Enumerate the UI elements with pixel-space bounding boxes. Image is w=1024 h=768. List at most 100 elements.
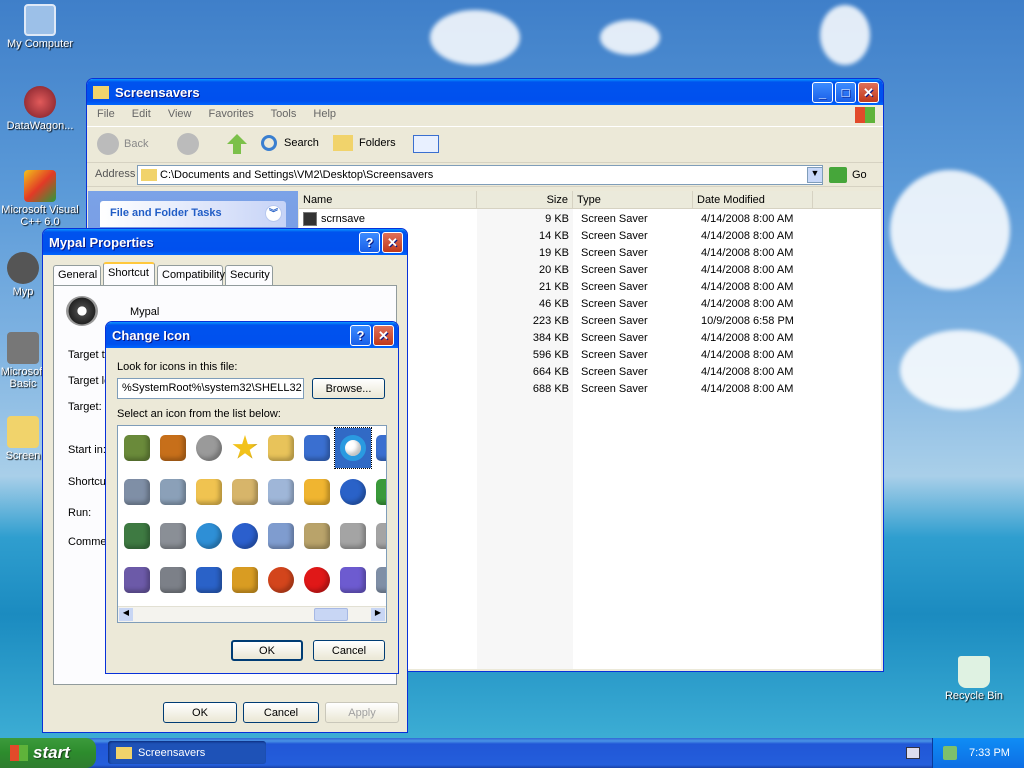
help-icon[interactable] — [227, 516, 263, 556]
desktop-icon-visual-cpp[interactable]: Microsoft Visual C++ 6.0 — [0, 170, 80, 228]
network-printer-icon[interactable] — [119, 472, 155, 512]
tab-compatibility[interactable]: Compatibility — [157, 265, 225, 285]
printer-check-icon[interactable] — [335, 516, 371, 556]
window-title: Screensavers — [115, 84, 200, 100]
tab-shortcut[interactable]: Shortcut — [103, 262, 155, 285]
folders-button[interactable]: Folders — [333, 135, 396, 151]
taskbar-item-screensavers[interactable]: Screensavers — [108, 741, 266, 764]
chevron-down-icon[interactable]: ▼ — [807, 167, 823, 183]
scroll-right-icon[interactable]: ▶ — [371, 608, 385, 621]
start-button[interactable]: start — [0, 738, 96, 768]
partial-icon-3[interactable] — [371, 560, 386, 600]
new-folder-icon[interactable] — [191, 472, 227, 512]
up-folder-icon[interactable] — [227, 134, 247, 154]
go-button[interactable]: Go — [829, 167, 867, 183]
column-size[interactable]: Size — [477, 191, 573, 209]
horizontal-scrollbar[interactable]: ◀ ▶ — [118, 606, 386, 622]
internet-explorer-icon[interactable] — [334, 427, 372, 469]
camera-icon[interactable] — [155, 516, 191, 556]
table-row[interactable]: scrnsave 9 KB Screen Saver 4/14/2008 8:00 A… — [299, 211, 879, 228]
pda-icon[interactable] — [155, 428, 191, 468]
menu-file[interactable]: File — [97, 108, 115, 120]
info-icon[interactable] — [335, 472, 371, 512]
shortcut-name: Mypal — [130, 306, 160, 318]
title-bar[interactable]: Mypal Properties ? ✕ — [43, 229, 407, 255]
icon-shape — [196, 523, 222, 549]
title-bar[interactable]: Change Icon ? ✕ — [106, 322, 398, 348]
apply-button[interactable]: Apply — [325, 702, 399, 723]
start-label: start — [33, 743, 70, 762]
menu-help[interactable]: Help — [313, 108, 336, 120]
desktop-icon-datawagon[interactable]: DataWagon... — [0, 86, 80, 132]
help-button[interactable]: ? — [359, 232, 380, 253]
desktop-icon-vb[interactable]: Microsoft Basic — [0, 332, 46, 390]
scanner-icon[interactable] — [155, 472, 191, 512]
minimize-button[interactable]: _ — [812, 82, 833, 103]
camcorder-icon[interactable] — [155, 560, 191, 600]
partial-icon-2[interactable] — [371, 516, 386, 556]
file-date: 4/14/2008 8:00 AM — [701, 366, 794, 378]
icon-list[interactable]: ◀ ▶ — [117, 425, 387, 623]
cancel-button[interactable]: Cancel — [313, 640, 385, 661]
mobile-phone-icon[interactable] — [119, 428, 155, 468]
browse-button[interactable]: Browse... — [312, 378, 385, 399]
icon-file-path: %SystemRoot%\system32\SHELL32 — [122, 382, 302, 394]
drive-icon[interactable] — [119, 516, 155, 556]
menu-view[interactable]: View — [168, 108, 192, 120]
icon-file-input[interactable]: %SystemRoot%\system32\SHELL32 — [117, 378, 304, 399]
scroll-left-icon[interactable]: ◀ — [119, 608, 133, 621]
title-bar[interactable]: Screensavers _ □ ✕ — [87, 79, 883, 105]
close-button[interactable]: ✕ — [858, 82, 879, 103]
power-icon[interactable] — [263, 560, 299, 600]
column-type[interactable]: Type — [573, 191, 693, 209]
address-input[interactable]: C:\Documents and Settings\VM2\Desktop\Sc… — [137, 165, 823, 185]
keyboard-icon[interactable] — [906, 747, 920, 759]
back-button[interactable]: Back — [97, 133, 148, 155]
column-date-modified[interactable]: Date Modified — [693, 191, 813, 209]
partial-icon[interactable] — [371, 428, 386, 468]
views-icon[interactable] — [413, 135, 439, 153]
column-name[interactable]: Name — [299, 191, 477, 209]
stack-icon[interactable] — [299, 472, 335, 512]
calendar-folder-icon[interactable] — [263, 428, 299, 468]
ok-button[interactable]: OK — [163, 702, 237, 723]
icon-shape — [232, 567, 258, 593]
dvd-rw-icon[interactable] — [191, 428, 227, 468]
close-button[interactable]: ✕ — [373, 325, 394, 346]
icon-shape — [160, 523, 186, 549]
star-icon[interactable] — [227, 428, 263, 468]
search-button[interactable]: Search — [261, 135, 319, 151]
forward-button[interactable] — [177, 133, 199, 155]
checklist-icon[interactable] — [299, 428, 335, 468]
maximize-button[interactable]: □ — [835, 82, 856, 103]
ok-button[interactable]: OK — [231, 640, 303, 661]
scroll-thumb[interactable] — [314, 608, 348, 621]
zip-drive-icon[interactable] — [119, 560, 155, 600]
menu-tools[interactable]: Tools — [271, 108, 297, 120]
desktop-icon-my-computer[interactable]: My Computer — [0, 4, 80, 50]
clock-icon[interactable] — [191, 516, 227, 556]
checkbox-icon[interactable] — [191, 560, 227, 600]
desktop-icon-screensavers[interactable]: Screen — [0, 416, 46, 462]
network-icon[interactable] — [371, 472, 386, 512]
desktop-icon-mypal[interactable]: Myp — [0, 252, 46, 298]
label-shortcut-key: Shortcu — [68, 476, 106, 488]
collapse-chevron-icon[interactable]: ︾ — [265, 205, 282, 222]
network-tray-icon[interactable] — [943, 746, 957, 760]
menu-favorites[interactable]: Favorites — [209, 108, 254, 120]
pen-window-icon[interactable] — [335, 560, 371, 600]
key-icon[interactable] — [227, 560, 263, 600]
tab-general[interactable]: General — [53, 265, 101, 285]
scheduled-task-icon[interactable] — [263, 472, 299, 512]
file-folder-tasks-panel[interactable]: File and Folder Tasks ︾ — [100, 201, 286, 227]
tape-icon[interactable] — [263, 516, 299, 556]
close-button[interactable]: ✕ — [382, 232, 403, 253]
tab-security[interactable]: Security — [225, 265, 273, 285]
cancel-button[interactable]: Cancel — [243, 702, 319, 723]
desktop-icon-recycle-bin[interactable]: Recycle Bin — [934, 656, 1014, 702]
help-button[interactable]: ? — [350, 325, 371, 346]
prohibited-icon[interactable] — [299, 560, 335, 600]
menu-edit[interactable]: Edit — [132, 108, 151, 120]
search-computer-icon[interactable] — [299, 516, 335, 556]
magnifier-icon[interactable] — [227, 472, 263, 512]
